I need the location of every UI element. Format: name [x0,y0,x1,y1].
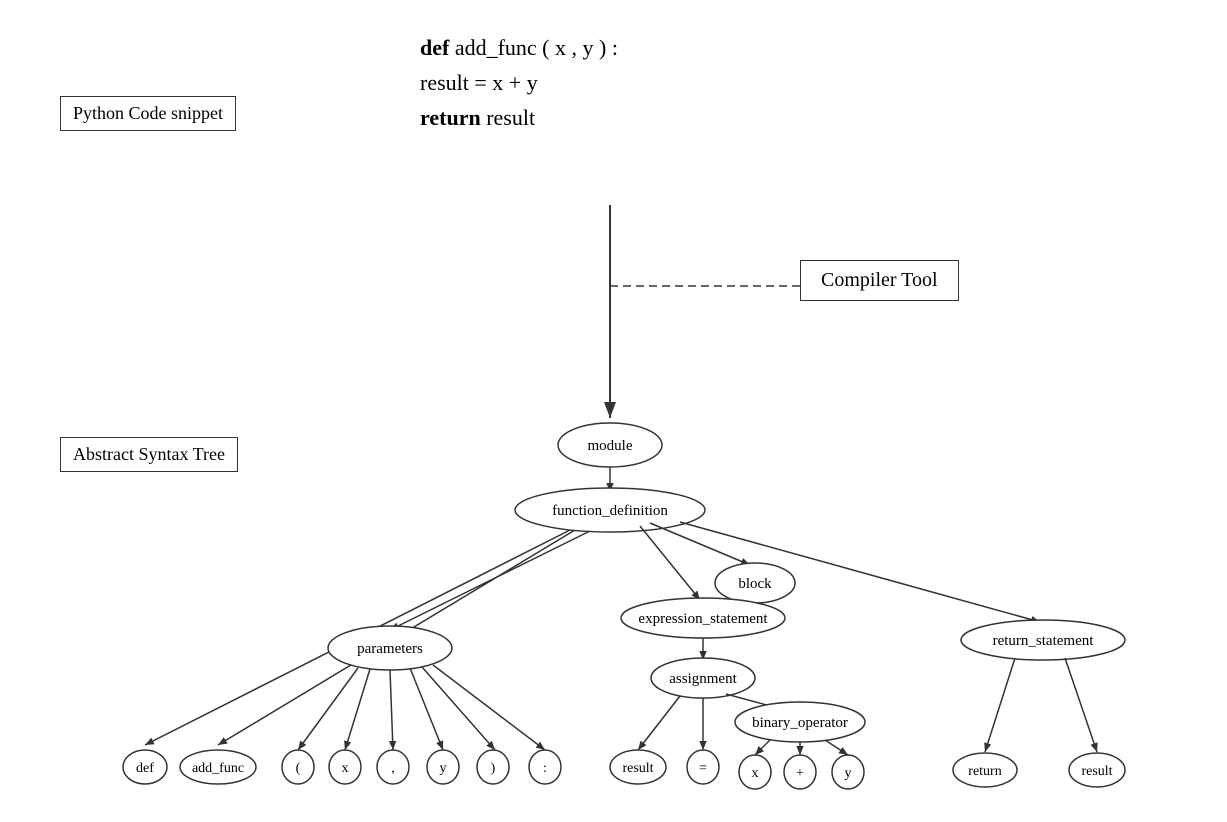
leaf-plus [784,755,816,789]
leaf-eq [687,750,719,784]
assign-to-result1 [638,696,680,750]
exprstmt-node [621,598,785,638]
funcdef-to-params [390,531,590,630]
ast-text: Abstract Syntax Tree [73,444,225,464]
leaf-y1 [427,750,459,784]
params-to-lparen [298,668,358,750]
assign-to-binop [726,694,785,710]
leaf-return-kw [953,753,1017,787]
leaf-addfunc [180,750,256,784]
returnstmt-to-result2 [1065,658,1097,752]
def-keyword: def [420,35,449,60]
leaf-rparen [477,750,509,784]
funcdef-label: function_definition [552,503,668,519]
leaf-def [123,750,167,784]
code-line-3-rest: result [481,105,535,130]
funcdef-node [515,488,705,532]
leaf-result1-label: result [622,761,653,776]
block-node [715,563,795,603]
funcdef-to-exprstmt [640,526,700,600]
params-to-comma [390,670,393,750]
leaf-def-label: def [136,761,154,776]
assign-label: assignment [669,671,737,687]
leaf-lparen [282,750,314,784]
assign-node [651,658,755,698]
funcdef-to-returnstmt [680,522,1040,622]
leaf-return-kw-label: return [968,764,1001,779]
funcdef-to-addfunc [218,530,575,745]
leaf-rparen-label: ) [491,761,496,776]
leaf-colon-label: : [543,761,547,776]
code-line-1: def add_func ( x , y ) : [420,30,618,65]
binop-to-x2 [755,740,770,755]
binop-to-y2 [825,740,848,755]
leaf-y2-label: y [845,766,852,781]
python-code-label: Python Code snippet [60,96,236,131]
params-to-rparen [422,667,495,750]
diagram-container: Python Code snippet Abstract Syntax Tree… [0,0,1227,822]
leaf-addfunc-label: add_func [192,761,244,776]
leaf-x1-label: x [342,761,349,776]
params-to-x1 [345,669,370,750]
block-label: block [738,576,772,592]
leaf-x2-label: x [752,766,759,781]
leaf-eq-label: = [699,761,707,776]
compiler-tool-text: Compiler Tool [821,269,938,291]
returnstmt-to-return [985,658,1015,752]
code-line-3: return result [420,100,618,135]
python-code-text: Python Code snippet [73,103,223,123]
leaf-comma [377,750,409,784]
params-to-y1 [410,668,443,750]
compiler-tool-box: Compiler Tool [800,260,959,301]
funcdef-to-block [650,523,750,565]
params-node [328,626,452,670]
funcdef-to-def [145,530,570,745]
leaf-result2 [1069,753,1125,787]
binop-node [735,702,865,742]
params-label: parameters [357,641,423,657]
leaf-plus-label: + [796,766,804,781]
leaf-result1 [610,750,666,784]
leaf-x1 [329,750,361,784]
leaf-comma-label: , [391,761,395,776]
ast-label: Abstract Syntax Tree [60,437,238,472]
code-line-1-rest: add_func ( x , y ) : [449,35,618,60]
module-label: module [588,438,633,454]
returnstmt-node [961,620,1125,660]
exprstmt-label: expression_statement [638,611,768,627]
params-to-colon [433,665,545,750]
code-line-2: result = x + y [420,65,618,100]
leaf-y2 [832,755,864,789]
return-keyword: return [420,105,481,130]
module-node [558,423,662,467]
leaf-x2 [739,755,771,789]
leaf-y1-label: y [440,761,447,776]
returnstmt-label: return_statement [993,633,1095,649]
leaf-lparen-label: ( [296,761,301,776]
leaf-result2-label: result [1081,764,1112,779]
code-block: def add_func ( x , y ) : result = x + y … [420,30,618,136]
binop-label: binary_operator [752,715,848,731]
leaf-colon [529,750,561,784]
